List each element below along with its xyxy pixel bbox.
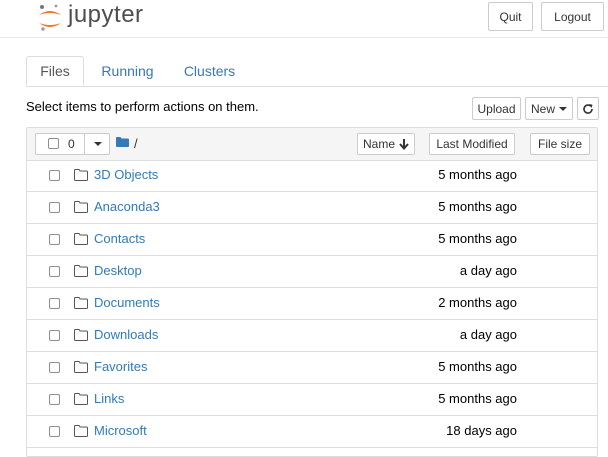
refresh-icon <box>583 103 593 114</box>
list-item[interactable]: Desktop a day ago <box>27 256 597 288</box>
last-modified: 5 months ago <box>438 391 517 406</box>
caret-down-icon <box>559 106 567 111</box>
file-name-link[interactable]: Downloads <box>94 327 158 342</box>
list-header: 0 / Name Last Modified File size <box>27 128 597 161</box>
last-modified: 5 months ago <box>438 167 517 182</box>
upload-button[interactable]: Upload <box>472 97 521 120</box>
list-item[interactable]: 3D Objects 5 months ago <box>27 160 597 192</box>
row-checkbox[interactable] <box>49 362 60 373</box>
folder-icon[interactable] <box>116 137 129 147</box>
sort-by-modified-button[interactable]: Last Modified <box>429 133 515 155</box>
last-modified: 18 days ago <box>446 423 517 438</box>
logout-button[interactable]: Logout <box>541 2 604 31</box>
name-label: Name <box>362 137 395 151</box>
refresh-button[interactable] <box>577 97 599 120</box>
tab-files[interactable]: Files <box>26 56 84 86</box>
sort-by-name-button[interactable]: Name <box>357 133 415 155</box>
sort-by-size-button[interactable]: File size <box>530 133 590 155</box>
folder-outline-icon <box>74 425 88 437</box>
last-modified: 5 months ago <box>438 199 517 214</box>
tab-running[interactable]: Running <box>88 56 167 86</box>
list-item[interactable]: Links 5 months ago <box>27 384 597 416</box>
header: jupyter Quit Logout <box>0 0 608 38</box>
row-checkbox[interactable] <box>49 234 60 245</box>
file-name-link[interactable]: Anaconda3 <box>94 199 160 214</box>
row-checkbox[interactable] <box>49 202 60 213</box>
folder-outline-icon <box>74 265 88 277</box>
folder-outline-icon <box>74 233 88 245</box>
file-name-link[interactable]: 3D Objects <box>94 167 158 182</box>
row-checkbox[interactable] <box>49 298 60 309</box>
folder-outline-icon <box>74 297 88 309</box>
file-name-link[interactable]: Desktop <box>94 263 142 278</box>
row-checkbox[interactable] <box>49 266 60 277</box>
new-label: New <box>530 101 555 116</box>
last-modified: 5 months ago <box>438 231 517 246</box>
breadcrumb-root[interactable]: / <box>134 136 138 151</box>
quit-button[interactable]: Quit <box>488 2 533 31</box>
file-name-link[interactable]: Contacts <box>94 231 145 246</box>
row-checkbox[interactable] <box>49 394 60 405</box>
file-list: 0 / Name Last Modified File size 3D Obje… <box>26 127 598 457</box>
selection-hint: Select items to perform actions on them. <box>26 99 259 114</box>
last-modified: 5 months ago <box>438 359 517 374</box>
folder-outline-icon <box>74 329 88 341</box>
last-modified: 2 months ago <box>438 295 517 310</box>
row-checkbox[interactable] <box>49 170 60 181</box>
folder-outline-icon <box>74 361 88 373</box>
logo-text: jupyter <box>68 1 144 28</box>
folder-outline-icon <box>74 393 88 405</box>
list-item[interactable]: Anaconda3 5 months ago <box>27 192 597 224</box>
row-checkbox[interactable] <box>49 330 60 341</box>
folder-outline-icon <box>74 169 88 181</box>
list-item[interactable]: Downloads a day ago <box>27 320 597 352</box>
list-item[interactable]: Contacts 5 months ago <box>27 224 597 256</box>
list-item[interactable]: Favorites 5 months ago <box>27 352 597 384</box>
file-name-link[interactable]: Favorites <box>94 359 147 374</box>
new-dropdown-button[interactable]: New <box>525 97 573 120</box>
select-all-checkbox[interactable] <box>48 138 59 149</box>
jupyter-logo[interactable]: jupyter <box>36 1 146 31</box>
last-modified: a day ago <box>459 327 517 342</box>
last-modified: a day ago <box>459 263 517 278</box>
file-name-link[interactable]: Links <box>94 391 124 406</box>
row-checkbox[interactable] <box>49 426 60 437</box>
list-item[interactable]: Documents 2 months ago <box>27 288 597 320</box>
jupyter-logo-icon <box>39 4 61 31</box>
file-name-link[interactable]: Microsoft <box>94 423 147 438</box>
select-dropdown[interactable] <box>84 133 110 155</box>
tab-bar: Files Running Clusters <box>26 56 608 87</box>
arrow-down-icon <box>399 138 409 150</box>
tab-clusters[interactable]: Clusters <box>172 56 247 86</box>
folder-outline-icon <box>74 201 88 213</box>
file-name-link[interactable]: Documents <box>94 295 160 310</box>
caret-down-icon <box>93 142 102 146</box>
selected-count: 0 <box>68 137 75 151</box>
select-all-control[interactable]: 0 <box>35 133 110 155</box>
list-item[interactable]: Microsoft 18 days ago <box>27 416 597 448</box>
